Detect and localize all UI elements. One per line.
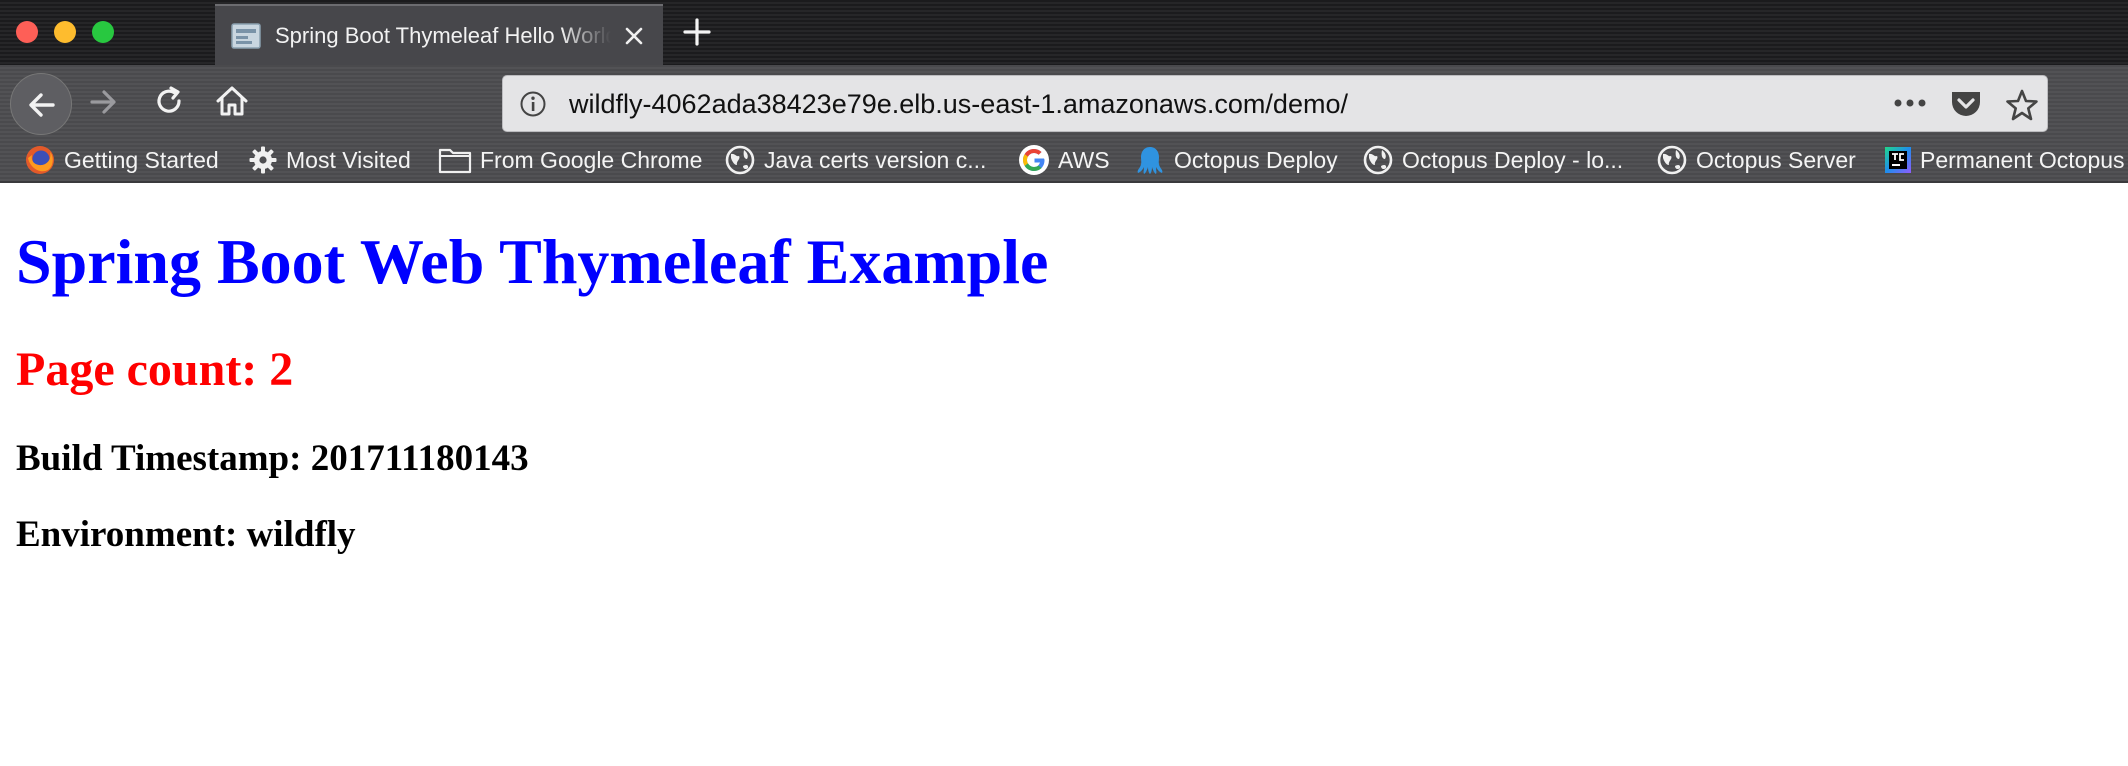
bookmark-java-certs[interactable]: Java certs version c... — [724, 144, 986, 176]
back-arrow-icon — [29, 93, 55, 117]
bookmarks-toolbar: Getting Started Most Visited From Google… — [0, 137, 2128, 183]
navigation-toolbar: wildfly-4062ada38423e79e.elb.us-east-1.a… — [0, 65, 2128, 137]
teamcity-icon — [1885, 147, 1911, 173]
bookmark-from-google-chrome[interactable]: From Google Chrome — [438, 144, 702, 176]
gear-icon — [249, 146, 277, 174]
bookmark-label: AWS — [1058, 146, 1110, 173]
minimize-window-button[interactable] — [54, 21, 76, 43]
bookmark-label: Octopus Deploy — [1174, 146, 1338, 173]
new-tab-icon[interactable] — [680, 15, 714, 49]
tab-title: Spring Boot Thymeleaf Hello World — [275, 22, 611, 48]
bookmark-label: Most Visited — [286, 146, 411, 173]
octopus-icon — [1137, 147, 1163, 174]
tab-strip: Spring Boot Thymeleaf Hello World — [0, 0, 2128, 65]
environment: Environment: wildfly — [16, 514, 356, 555]
bookmark-aws[interactable]: AWS — [1018, 144, 1110, 176]
forward-arrow-icon[interactable] — [86, 85, 120, 119]
globe-icon — [725, 145, 755, 175]
bookmark-permanent-octopus[interactable]: Permanent Octopus — [1884, 144, 2125, 176]
active-tab[interactable]: Spring Boot Thymeleaf Hello World — [215, 4, 663, 65]
pocket-icon[interactable] — [1949, 88, 1983, 120]
globe-icon — [1363, 145, 1393, 175]
bookmark-getting-started[interactable]: Getting Started — [24, 144, 219, 176]
firefox-icon — [26, 146, 54, 174]
page-favicon-icon — [231, 22, 261, 49]
page-actions-icon[interactable] — [1893, 96, 1927, 110]
page-count: Page count: 2 — [16, 343, 294, 396]
bookmark-octopus-deploy-local[interactable]: Octopus Deploy - lo... — [1362, 144, 1623, 176]
home-icon[interactable] — [214, 83, 250, 119]
bookmark-label: Java certs version c... — [764, 146, 987, 173]
bookmark-octopus-server[interactable]: Octopus Server — [1656, 144, 1856, 176]
back-button[interactable] — [10, 73, 72, 135]
site-info-icon[interactable] — [519, 90, 547, 118]
bookmark-label: Permanent Octopus — [1920, 146, 2125, 173]
folder-icon — [438, 148, 472, 174]
bookmark-label: Getting Started — [64, 146, 219, 173]
bookmark-label: From Google Chrome — [480, 146, 703, 173]
close-window-button[interactable] — [16, 21, 38, 43]
url-text[interactable]: wildfly-4062ada38423e79e.elb.us-east-1.a… — [569, 89, 1348, 120]
bookmark-label: Octopus Server — [1696, 146, 1856, 173]
bookmark-star-icon[interactable] — [2005, 88, 2039, 122]
google-icon — [1019, 145, 1049, 175]
globe-icon — [1657, 145, 1687, 175]
address-bar[interactable]: wildfly-4062ada38423e79e.elb.us-east-1.a… — [502, 75, 2048, 132]
bookmark-label: Octopus Deploy - lo... — [1402, 146, 1624, 173]
bookmark-octopus-deploy[interactable]: Octopus Deploy — [1134, 144, 1338, 176]
close-tab-icon[interactable] — [621, 23, 647, 49]
reload-icon[interactable] — [152, 84, 186, 118]
bookmark-most-visited[interactable]: Most Visited — [248, 144, 411, 176]
page-title: Spring Boot Web Thymeleaf Example — [16, 226, 1049, 297]
build-timestamp: Build Timestamp: 201711180143 — [16, 438, 529, 479]
maximize-window-button[interactable] — [92, 21, 114, 43]
